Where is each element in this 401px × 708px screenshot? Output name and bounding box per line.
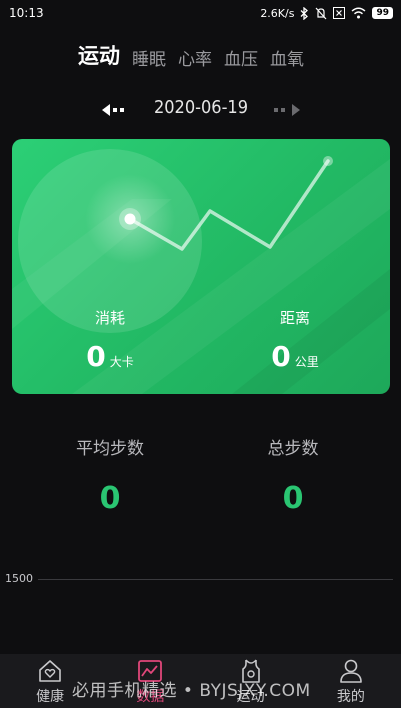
nav-data[interactable]: 数据 — [120, 658, 180, 706]
battery-icon: 99 — [372, 7, 393, 19]
sport-vest-icon — [241, 659, 260, 683]
nav-data-label: 数据 — [136, 689, 165, 705]
chart-y-tick: 1500 — [5, 572, 33, 585]
calories-value: 0 — [86, 340, 106, 373]
tab-sleep[interactable]: 睡眠 — [132, 45, 166, 70]
person-icon — [340, 659, 362, 683]
distance-value: 0 — [271, 340, 291, 373]
network-speed: 2.6K/s — [260, 6, 295, 20]
tab-sport[interactable]: 运动 — [78, 40, 120, 70]
wifi-icon — [352, 7, 366, 19]
status-time: 10:13 — [9, 6, 44, 20]
activity-summary-card: 消耗 0 大卡 距离 0 公里 — [12, 139, 390, 394]
tab-blood-oxygen[interactable]: 血氧 — [270, 45, 304, 70]
status-bar: 10:13 2.6K/s 99 — [0, 0, 401, 26]
nav-mine-label: 我的 — [336, 689, 365, 705]
total-steps: 总步数 0 — [223, 434, 363, 516]
status-icons: 2.6K/s 99 — [260, 6, 393, 20]
calories-label: 消耗 — [94, 309, 125, 327]
distance-label: 距离 — [279, 309, 310, 327]
nav-sport-label: 运动 — [236, 689, 265, 705]
previous-day-arrow-icon[interactable] — [100, 102, 130, 118]
heart-home-icon — [39, 660, 61, 682]
nav-health[interactable]: 健康 — [20, 658, 80, 706]
average-steps-value: 0 — [99, 481, 121, 516]
distance-unit: 公里 — [294, 355, 319, 369]
average-steps: 平均步数 0 — [40, 434, 180, 516]
nav-sport[interactable]: 运动 — [221, 658, 281, 706]
nav-mine[interactable]: 我的 — [321, 658, 381, 706]
data-chart-icon — [138, 660, 163, 682]
tab-heart-rate[interactable]: 心率 — [178, 45, 212, 70]
bluetooth-icon — [301, 6, 309, 20]
calories-stat: 消耗 0 大卡 — [70, 307, 150, 373]
category-tabs: 运动 睡眠 心率 血压 血氧 — [78, 40, 304, 70]
distance-stat: 距离 0 公里 — [255, 307, 335, 373]
current-date: 2020-06-19 — [153, 97, 249, 118]
close-box-icon — [333, 7, 346, 19]
steps-chart: 1500 — [0, 570, 401, 590]
date-selector: 2020-06-19 — [0, 96, 401, 124]
bottom-navigation: 健康 数据 运动 我的 — [0, 654, 401, 708]
nav-health-label: 健康 — [36, 689, 65, 705]
chart-gridline — [38, 579, 393, 580]
calories-unit: 大卡 — [109, 355, 134, 369]
step-totals: 平均步数 0 总步数 0 — [0, 434, 401, 524]
tab-blood-pressure[interactable]: 血压 — [224, 45, 258, 70]
mute-icon — [316, 7, 327, 19]
total-steps-value: 0 — [282, 481, 304, 516]
next-day-arrow-icon[interactable] — [272, 102, 302, 118]
average-steps-label: 平均步数 — [76, 439, 144, 459]
total-steps-label: 总步数 — [267, 439, 319, 459]
